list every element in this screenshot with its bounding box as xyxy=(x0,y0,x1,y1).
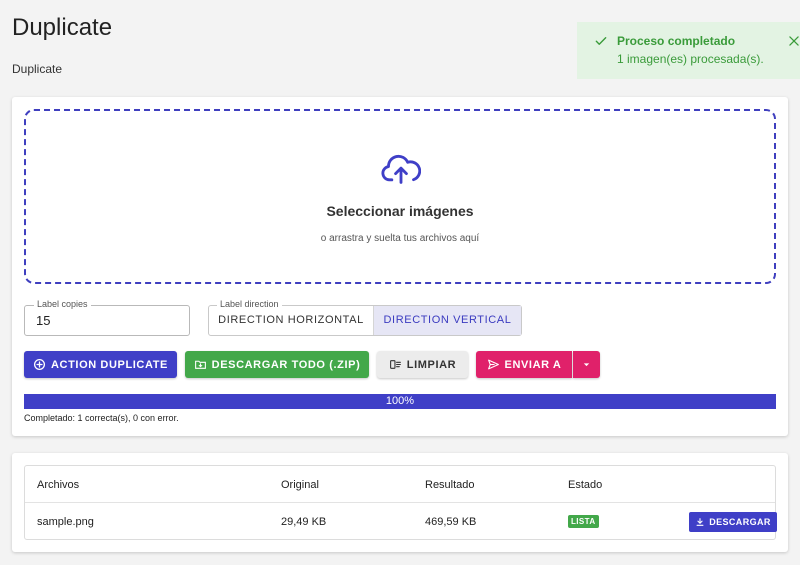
direction-vertical-option[interactable]: DIRECTION VERTICAL xyxy=(374,306,521,335)
download-icon xyxy=(696,518,704,526)
upload-card: Seleccionar imágenes o arrastra y suelta… xyxy=(12,97,788,436)
header-files: Archivos xyxy=(37,479,80,491)
send-to-dropdown-button[interactable] xyxy=(573,351,600,378)
clear-list-icon xyxy=(389,360,401,369)
progress-bar: 100% xyxy=(24,394,776,409)
progress-status: Completado: 1 correcta(s), 0 con error. xyxy=(24,413,179,423)
direction-toggle-group: Label direction DIRECTION HORIZONTAL DIR… xyxy=(208,299,522,336)
table-row: sample.png 29,49 KB 469,59 KB LISTA DESC… xyxy=(25,503,777,540)
action-duplicate-button[interactable]: ACTION DUPLICATE xyxy=(24,351,177,378)
check-icon xyxy=(595,37,607,45)
row-file-name: sample.png xyxy=(37,516,94,528)
row-result-size: 469,59 KB xyxy=(425,516,477,528)
page-subtitle: Duplicate xyxy=(12,62,63,76)
action-duplicate-label: ACTION DUPLICATE xyxy=(51,358,168,371)
row-original-size: 29,49 KB xyxy=(281,516,327,528)
copies-field: Label copies xyxy=(24,299,190,336)
header-status: Estado xyxy=(568,479,603,491)
send-to-label: ENVIAR A xyxy=(504,358,562,371)
copies-label: Label copies xyxy=(34,299,91,309)
file-dropzone[interactable]: Seleccionar imágenes o arrastra y suelta… xyxy=(24,109,776,284)
toast-title: Proceso completado xyxy=(617,34,736,48)
progress-label: 100% xyxy=(385,395,415,407)
download-zip-label: DESCARGAR TODO (.ZIP) xyxy=(211,358,361,371)
dropzone-title: Seleccionar imágenes xyxy=(326,203,474,219)
direction-label: Label direction xyxy=(217,299,282,309)
row-download-button[interactable]: DESCARGAR xyxy=(689,512,777,532)
send-to-button[interactable]: ENVIAR A xyxy=(476,351,572,378)
results-table: Archivos Original Resultado Estado sampl… xyxy=(24,465,777,540)
add-circle-icon xyxy=(33,358,46,371)
download-zip-button[interactable]: DESCARGAR TODO (.ZIP) xyxy=(185,351,369,378)
folder-download-icon xyxy=(194,360,206,369)
send-icon xyxy=(487,359,499,370)
success-toast: Proceso completado 1 imagen(es) procesad… xyxy=(577,22,800,79)
toast-message: 1 imagen(es) procesada(s). xyxy=(617,52,764,66)
row-download-label: DESCARGAR xyxy=(709,517,771,527)
clear-label: LIMPIAR xyxy=(406,358,457,371)
direction-horizontal-option[interactable]: DIRECTION HORIZONTAL xyxy=(209,306,374,335)
header-result: Resultado xyxy=(425,479,475,491)
page-title: Duplicate xyxy=(12,14,113,41)
table-header: Archivos Original Resultado Estado xyxy=(25,466,775,503)
close-icon[interactable] xyxy=(787,34,800,48)
copies-input[interactable] xyxy=(36,313,176,328)
results-card: Archivos Original Resultado Estado sampl… xyxy=(12,453,788,552)
status-badge: LISTA xyxy=(568,515,599,528)
cloud-upload-icon xyxy=(381,154,421,184)
caret-down-icon xyxy=(583,363,590,367)
dropzone-hint: o arrastra y suelta tus archivos aquí xyxy=(320,233,480,244)
header-original: Original xyxy=(281,479,319,491)
clear-button[interactable]: LIMPIAR xyxy=(377,351,468,378)
